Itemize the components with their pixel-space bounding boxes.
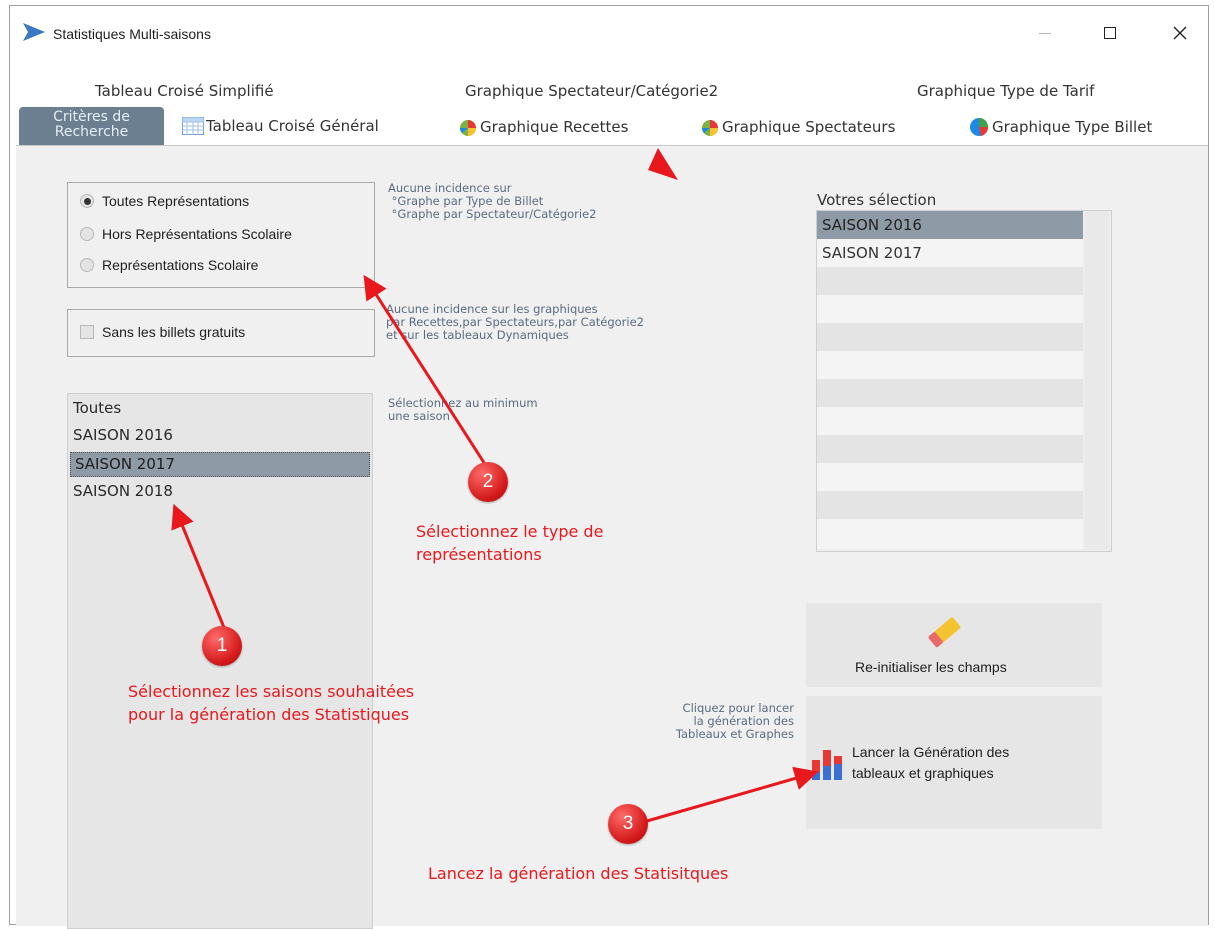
annotation-step3-text: Lancez la génération des Statisitques bbox=[428, 864, 729, 883]
arrow-step2 bbox=[363, 274, 492, 473]
badge-step2: 2 bbox=[468, 462, 508, 502]
annotation-arrows bbox=[171, 148, 819, 825]
badge-step1: 1 bbox=[202, 626, 242, 666]
annotation-step1-text: Sélectionnez les saisons souhaitées pour… bbox=[128, 682, 415, 724]
badge-step3: 3 bbox=[608, 804, 648, 844]
arrow-step1 bbox=[171, 503, 227, 631]
annotation-step2-text: Sélectionnez le type de représentations bbox=[416, 522, 604, 564]
arrow-tabs bbox=[648, 148, 678, 180]
arrow-step3 bbox=[639, 766, 819, 825]
